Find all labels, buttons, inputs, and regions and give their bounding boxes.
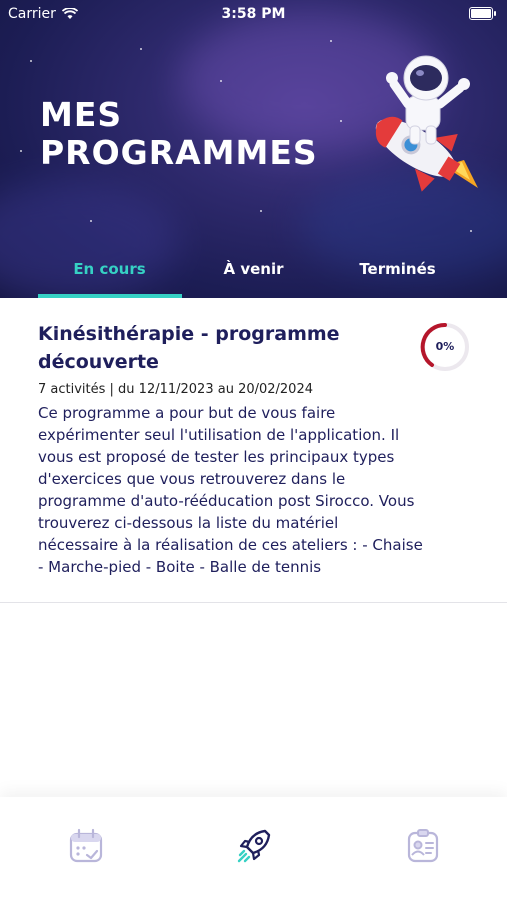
page-title-line2: PROGRAMMES <box>40 133 318 172</box>
rocket-icon[interactable] <box>235 827 273 865</box>
tab-termines[interactable]: Terminés <box>313 260 482 278</box>
battery-icon <box>469 7 496 20</box>
progress-label: 0% <box>435 340 455 353</box>
page-title-line1: MES <box>40 95 123 134</box>
program-card[interactable]: Kinésithérapie - programme découverte 7 … <box>0 298 507 603</box>
program-meta: 7 activités | du 12/11/2023 au 20/02/202… <box>38 382 313 397</box>
astronaut-rocket-illustration <box>375 55 478 192</box>
bottom-nav <box>0 797 507 900</box>
page-title: MES PROGRAMMES <box>40 96 318 172</box>
program-description: Ce programme a pour but de vous faire ex… <box>38 404 423 576</box>
status-bar: Carrier 3:58 PM <box>0 0 507 28</box>
clock: 3:58 PM <box>221 6 286 22</box>
header-banner: Carrier 3:58 PM MES PROGRAMMES En cours … <box>0 0 507 298</box>
id-card-icon[interactable] <box>404 827 442 865</box>
program-tabs: En cours À venir Terminés <box>0 252 507 298</box>
calendar-check-icon[interactable] <box>67 827 105 865</box>
program-title: Kinésithérapie - programme découverte <box>38 323 340 373</box>
